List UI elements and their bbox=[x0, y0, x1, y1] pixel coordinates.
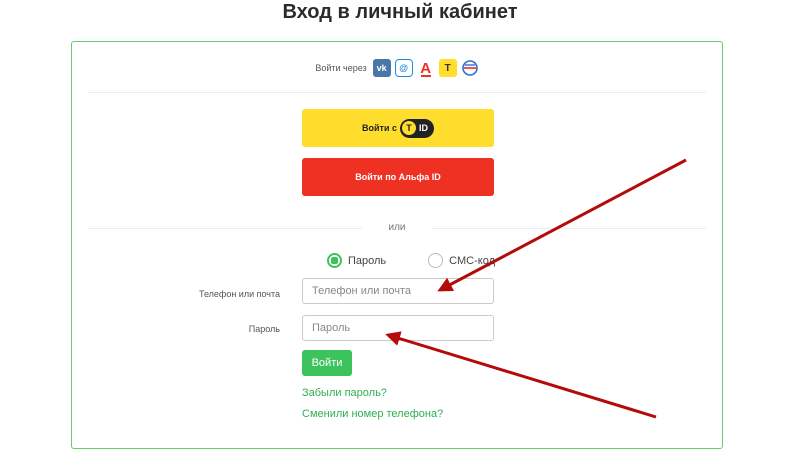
tid-badge-text: ID bbox=[418, 123, 428, 133]
social-login-row: Войти через vk @ A T bbox=[72, 59, 722, 77]
password-field-label: Пароль bbox=[248, 324, 280, 334]
forgot-password-link[interactable]: Забыли пароль? bbox=[302, 387, 387, 399]
login-field-label: Телефон или почта bbox=[198, 289, 280, 299]
vk-icon[interactable]: vk bbox=[372, 59, 391, 77]
tinkoff-shield-icon: T bbox=[401, 121, 416, 135]
login-submit-button[interactable]: Войти bbox=[302, 350, 352, 376]
password-input[interactable]: Пароль bbox=[302, 315, 494, 341]
gosuslugi-glyph bbox=[461, 60, 478, 76]
top-divider bbox=[88, 92, 706, 93]
password-mode-label[interactable]: Пароль bbox=[348, 255, 386, 267]
gosuslugi-icon[interactable] bbox=[461, 59, 479, 77]
login-input[interactable]: Телефон или почта bbox=[302, 278, 494, 304]
login-with-tid-button[interactable]: Войти с T ID bbox=[302, 109, 494, 147]
password-mode-radio[interactable] bbox=[327, 253, 342, 268]
sms-mode-radio[interactable] bbox=[428, 253, 444, 268]
alfa-bank-icon[interactable]: A bbox=[417, 59, 435, 77]
page-title: Вход в личный кабинет bbox=[282, 1, 518, 23]
auth-mode-selector: Пароль СМС-код bbox=[327, 253, 495, 268]
changed-phone-link[interactable]: Сменили номер телефона? bbox=[302, 408, 443, 420]
tid-badge: T ID bbox=[399, 118, 434, 138]
alfa-bank-underline bbox=[420, 74, 431, 77]
or-divider-right bbox=[432, 228, 706, 229]
social-login-label: Войти через bbox=[315, 63, 367, 73]
tinkoff-icon[interactable]: T bbox=[438, 59, 457, 77]
login-with-tid-label: Войти с bbox=[362, 123, 397, 133]
login-with-alfa-id-button[interactable]: Войти по Альфа ID bbox=[302, 158, 494, 196]
mail-ru-icon[interactable]: @ bbox=[394, 59, 413, 77]
login-card: Войти через vk @ A T Войти с T ID Войти … bbox=[71, 41, 723, 449]
sms-mode-label[interactable]: СМС-код bbox=[449, 255, 495, 267]
